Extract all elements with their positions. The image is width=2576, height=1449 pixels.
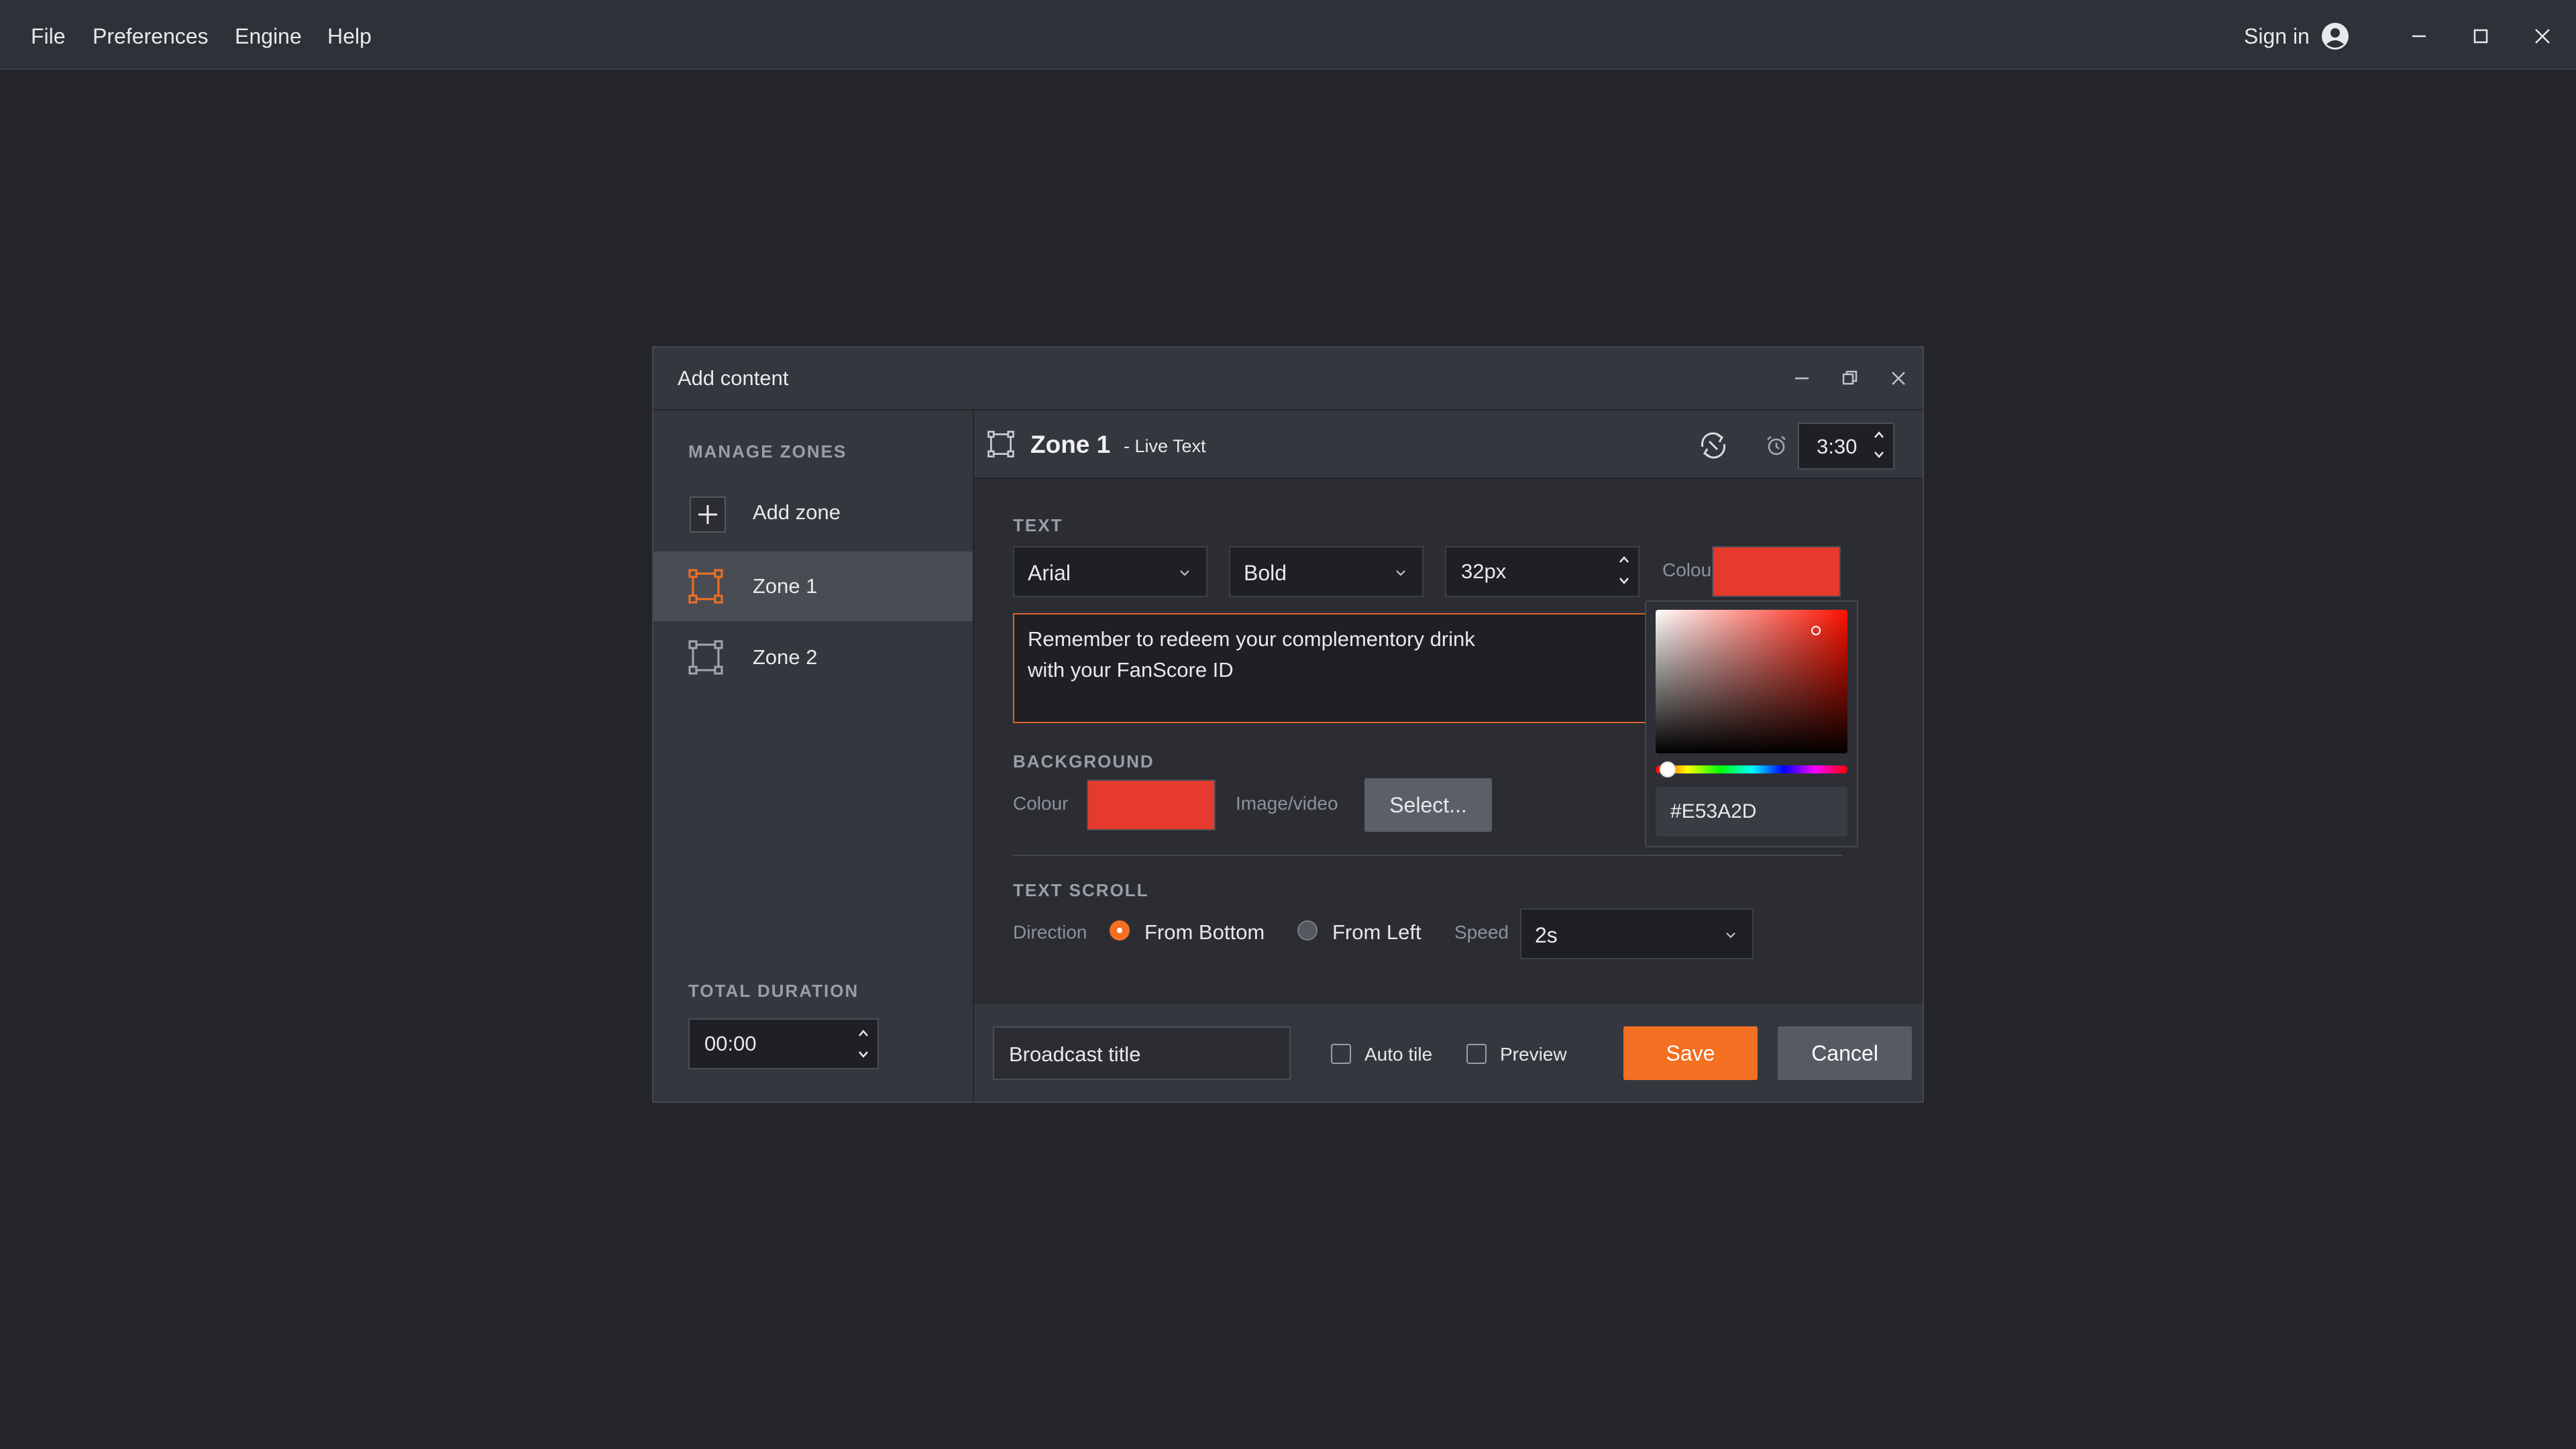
saturation-value-handle[interactable] (1811, 626, 1821, 635)
text-section-heading: TEXT (1013, 515, 1063, 535)
zone-type: - Live Text (1124, 436, 1206, 456)
alarm-clock-icon[interactable] (1764, 433, 1788, 458)
radio-from-left[interactable] (1297, 920, 1318, 941)
radio-from-bottom[interactable] (1110, 920, 1130, 941)
menu-engine[interactable]: Engine (235, 23, 302, 50)
font-weight-select[interactable]: Bold (1229, 546, 1424, 597)
hue-slider[interactable] (1656, 765, 1847, 773)
spin-up-icon[interactable] (855, 1025, 872, 1041)
section-divider (1013, 855, 1842, 856)
scroll-speed-select[interactable]: 2s (1520, 908, 1754, 959)
close-window-icon[interactable] (2526, 20, 2559, 52)
text-colour-swatch[interactable] (1712, 546, 1841, 597)
dialog-titlebar: Add content (653, 347, 1923, 411)
zone-title: Zone 1 (1030, 431, 1111, 458)
dialog-title: Add content (678, 366, 789, 390)
minimize-window-icon[interactable] (2403, 20, 2435, 52)
total-duration-value: 00:00 (704, 1032, 757, 1055)
background-section-heading: BACKGROUND (1013, 751, 1155, 771)
live-text-input[interactable]: Remember to redeem your complementory dr… (1013, 613, 1650, 723)
font-family-value: Arial (1028, 561, 1071, 585)
live-text-line-1: Remember to redeem your complementory dr… (1028, 627, 1475, 651)
manage-zones-heading: MANAGE ZONES (688, 441, 847, 462)
zone-icon (688, 569, 723, 604)
auto-tile-label: Auto tile (1364, 1044, 1433, 1065)
total-duration-input[interactable]: 00:00 (688, 1018, 879, 1069)
font-family-select[interactable]: Arial (1013, 546, 1208, 597)
dialog-close-icon[interactable] (1884, 364, 1913, 393)
chevron-down-icon (1179, 569, 1190, 577)
zone-duration-input[interactable]: 3:30 (1798, 423, 1894, 470)
zone-duration-value: 3:30 (1817, 435, 1858, 458)
saturation-value-area[interactable] (1656, 610, 1847, 753)
zone-icon (987, 431, 1014, 458)
background-colour-label: Colour (1013, 793, 1069, 814)
image-video-label: Image/video (1236, 793, 1338, 814)
spin-down-icon[interactable] (855, 1046, 872, 1063)
sidebar-item-zone-2[interactable]: Zone 2 (653, 623, 973, 692)
zones-sidebar: MANAGE ZONES Add zone Zone 1 Zone 2 TOTA… (653, 411, 974, 1102)
spin-down-icon[interactable] (1870, 447, 1888, 463)
zone-icon (688, 640, 723, 675)
add-zone-label: Add zone (753, 500, 841, 524)
scroll-speed-value: 2s (1535, 923, 1558, 947)
hex-colour-value: #E53A2D (1670, 800, 1757, 822)
font-size-value: 32px (1461, 559, 1507, 583)
live-text-line-2: with your FanScore ID (1028, 658, 1234, 682)
speed-label: Speed (1454, 922, 1509, 943)
preview-label: Preview (1500, 1044, 1567, 1065)
dialog-minimize-icon[interactable] (1787, 364, 1817, 393)
zone-2-label: Zone 2 (753, 645, 818, 669)
swap-icon[interactable] (1695, 427, 1732, 464)
chevron-down-icon (1725, 931, 1736, 939)
menu-file[interactable]: File (31, 23, 66, 50)
colour-picker-popover: #E53A2D (1645, 600, 1858, 847)
zone-header: Zone 1 - Live Text 3:30 (974, 411, 1923, 479)
spin-down-icon[interactable] (1615, 573, 1633, 589)
app-menubar: File Preferences Engine Help Sign in (0, 0, 2576, 70)
sign-in-button[interactable]: Sign in (2244, 20, 2350, 52)
from-left-label: From Left (1332, 920, 1421, 944)
account-icon (2320, 21, 2350, 51)
font-size-input[interactable]: 32px (1445, 546, 1640, 597)
total-duration-heading: TOTAL DURATION (688, 981, 859, 1001)
select-media-button[interactable]: Select... (1364, 778, 1492, 832)
broadcast-title-value: Broadcast title (1009, 1042, 1141, 1066)
text-colour-label: Colour (1662, 559, 1718, 580)
hex-colour-input[interactable]: #E53A2D (1656, 787, 1847, 837)
menu-help[interactable]: Help (327, 23, 372, 50)
preview-checkbox[interactable] (1466, 1044, 1487, 1064)
hue-slider-handle[interactable] (1660, 761, 1676, 777)
cancel-button[interactable]: Cancel (1778, 1026, 1912, 1080)
spin-up-icon[interactable] (1870, 427, 1888, 443)
plus-icon (690, 496, 726, 533)
from-bottom-label: From Bottom (1144, 920, 1265, 944)
spin-up-icon[interactable] (1615, 551, 1633, 568)
font-weight-value: Bold (1244, 561, 1287, 585)
sidebar-item-zone-1[interactable]: Zone 1 (653, 551, 973, 621)
text-scroll-heading: TEXT SCROLL (1013, 880, 1149, 900)
sign-in-label: Sign in (2244, 23, 2310, 48)
chevron-down-icon (1395, 569, 1406, 577)
add-zone-button[interactable]: Add zone (653, 478, 973, 547)
background-colour-swatch[interactable] (1087, 780, 1216, 830)
zone-1-label: Zone 1 (753, 574, 818, 598)
dialog-restore-icon[interactable] (1835, 364, 1865, 393)
maximize-window-icon[interactable] (2465, 20, 2497, 52)
direction-label: Direction (1013, 922, 1087, 943)
save-button[interactable]: Save (1623, 1026, 1758, 1080)
dialog-footer: Broadcast title Auto tile Preview Save C… (974, 1004, 1923, 1102)
auto-tile-checkbox[interactable] (1331, 1044, 1351, 1064)
menu-preferences[interactable]: Preferences (93, 23, 209, 50)
broadcast-title-input[interactable]: Broadcast title (993, 1026, 1291, 1080)
